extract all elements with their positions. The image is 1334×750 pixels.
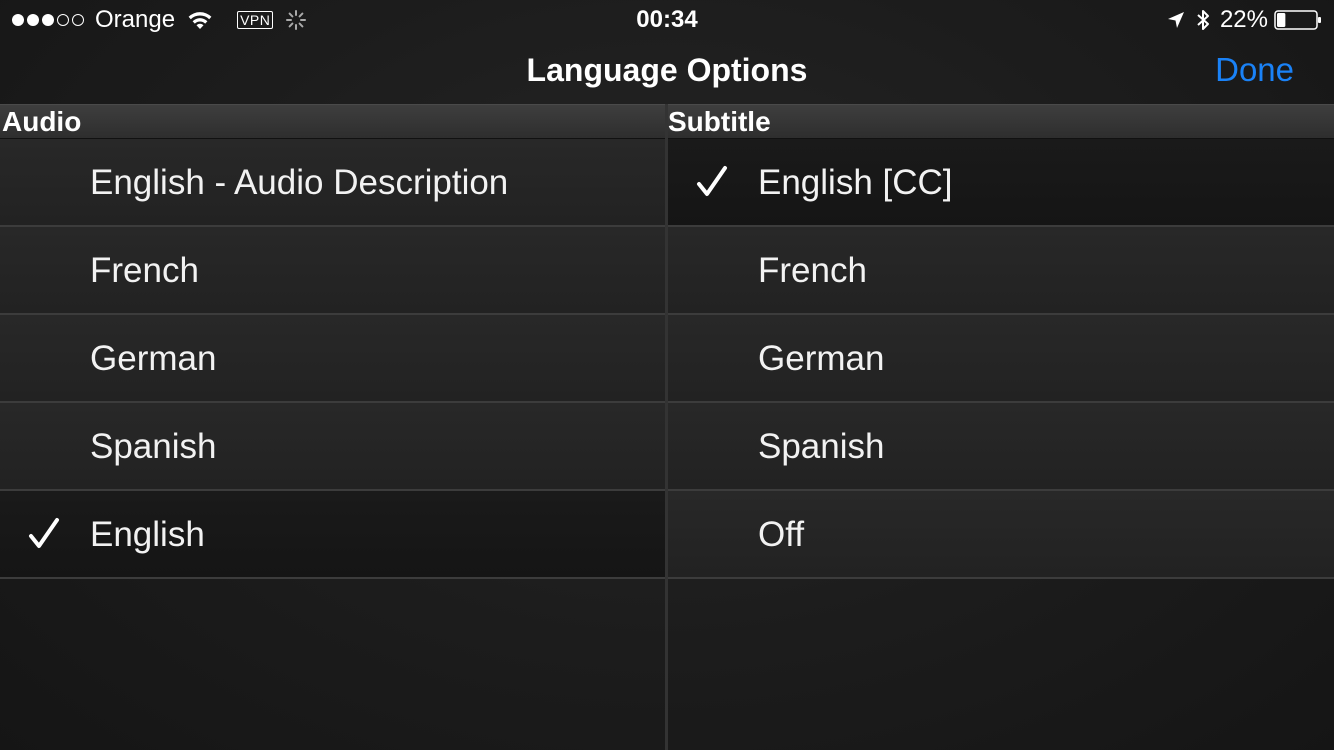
language-options-screen: Orange VPN 00:34 22% Language Options Do… (0, 0, 1334, 750)
subtitle-column: Subtitle English [CC] French German Span… (668, 104, 1334, 750)
status-bar: Orange VPN 00:34 22% (0, 0, 1334, 40)
page-title: Language Options (526, 52, 808, 88)
subtitle-option-label: Spanish (758, 427, 885, 466)
audio-option-label: German (90, 339, 217, 378)
status-right: 22% (1166, 6, 1322, 34)
audio-list: English - Audio Description French Germa… (0, 139, 665, 579)
audio-option-label: English - Audio Description (90, 163, 509, 202)
subtitle-option-row[interactable]: Spanish (668, 403, 1334, 491)
subtitle-option-row[interactable]: German (668, 315, 1334, 403)
checkmark-icon (697, 166, 727, 196)
subtitle-list: English [CC] French German Spanish Off (668, 139, 1334, 579)
done-button[interactable]: Done (1215, 50, 1294, 90)
status-time: 00:34 (636, 6, 698, 33)
subtitle-option-label: English [CC] (758, 163, 953, 202)
subtitle-section-header: Subtitle (668, 104, 1334, 139)
subtitle-option-row[interactable]: Off (668, 491, 1334, 579)
checkmark-icon (29, 518, 59, 548)
subtitle-option-row[interactable]: French (668, 227, 1334, 315)
audio-column: Audio English - Audio Description French… (0, 104, 665, 750)
audio-option-row[interactable]: German (0, 315, 665, 403)
audio-option-label: English (90, 515, 205, 554)
location-arrow-icon (1167, 12, 1184, 28)
subtitle-option-row[interactable]: English [CC] (668, 139, 1334, 227)
audio-section-header: Audio (0, 104, 665, 139)
navigation-bar: Language Options Done (0, 40, 1334, 104)
subtitle-option-label: Off (758, 515, 805, 554)
audio-option-label: French (90, 251, 199, 290)
battery-level-fill (1277, 13, 1286, 27)
subtitle-option-label: German (758, 339, 885, 378)
battery-percent: 22% (1219, 6, 1268, 33)
audio-option-row[interactable]: English (0, 491, 665, 579)
audio-option-label: Spanish (90, 427, 217, 466)
audio-option-row[interactable]: Spanish (0, 403, 665, 491)
audio-option-row[interactable]: English - Audio Description (0, 139, 665, 227)
audio-option-row[interactable]: French (0, 227, 665, 315)
subtitle-option-label: French (758, 251, 867, 290)
bluetooth-icon (1197, 10, 1209, 30)
battery-icon (1274, 10, 1321, 30)
